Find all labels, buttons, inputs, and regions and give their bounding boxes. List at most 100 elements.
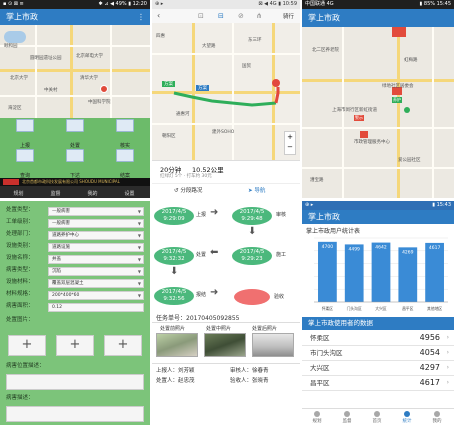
route-map-panel: ⊕ ▸ ⊠ ◀ 4G ▮ 10:59 ‹ ⊡ ⊟ ⊘ ⋔ 骑行 方案 方案 四惠… — [152, 0, 300, 198]
dept-select[interactable]: 道路养护中心 ▼ — [48, 231, 144, 240]
node-date: 2017/4/5 — [161, 289, 187, 295]
select-value: —般病害 — [52, 221, 70, 226]
district-row[interactable]: 怀柔区 4956 › — [302, 331, 454, 346]
district-row[interactable]: 昌平区 4617 › — [302, 376, 454, 391]
back-arrow-icon[interactable]: ‹ — [157, 11, 160, 20]
status-left: ⊕ ▸ — [305, 202, 314, 208]
chart-bar[interactable] — [318, 241, 337, 302]
type-select[interactable]: —般病害 ▼ — [48, 207, 144, 216]
grid-item-handle[interactable]: 处置 — [50, 118, 100, 149]
district-value: 4617 — [419, 378, 440, 387]
status-bar: 中国联通 4G ▮ 85% 15:45 — [302, 0, 454, 9]
segment-traffic-button[interactable]: ↺ 分段路况 — [174, 186, 202, 194]
nav-user[interactable]: 我的 — [74, 186, 111, 198]
grid-item-search[interactable]: 查询 — [0, 148, 50, 179]
flow-node[interactable]: 2017/4/5 9:32:32 — [154, 247, 194, 265]
district-row[interactable]: 大兴区 4297 › — [302, 361, 454, 376]
node-date: 2017/4/5 — [239, 209, 265, 215]
map-label: 海淀区 — [8, 106, 22, 111]
grid-item-dispatch[interactable]: 下达 — [50, 148, 100, 179]
flow-node[interactable]: 2017/4/5 9:29:09 — [154, 207, 194, 225]
flow-node[interactable]: 2017/4/5 9:32:56 — [154, 287, 194, 305]
material-select[interactable]: 覆盖双层混凝土 ▼ — [48, 279, 144, 288]
pending-node[interactable] — [234, 289, 270, 305]
defect-select[interactable]: 沉陷 ▼ — [48, 267, 144, 276]
car-icon[interactable]: ⊟ — [218, 12, 224, 20]
chevron-down-icon: ▼ — [137, 293, 141, 298]
photo-before[interactable] — [156, 333, 198, 357]
district-row[interactable]: 市门头沟区 4054 › — [302, 346, 454, 361]
more-vert-icon[interactable]: ⋮ — [137, 13, 145, 22]
area-input[interactable]: 0.12 — [48, 303, 144, 312]
flow-node[interactable]: 2017/4/5 9:29:23 — [232, 247, 272, 265]
tab-monitor[interactable]: 监督 — [332, 409, 362, 425]
status-bar: ⊕ ▸ ▮ 15:43 — [302, 201, 454, 210]
alert-pin-icon[interactable] — [360, 131, 368, 138]
tab-stats[interactable]: 统计 — [392, 409, 422, 425]
chart-bar[interactable] — [344, 244, 364, 302]
location-marker-icon[interactable] — [404, 107, 410, 113]
level-select[interactable]: —般病害 ▼ — [48, 219, 144, 228]
chart-category-label: 昌平区 — [402, 306, 414, 311]
category-select[interactable]: 道路设施 ▼ — [48, 243, 144, 252]
defect-desc-input[interactable] — [6, 406, 144, 422]
add-photo-button[interactable]: + — [56, 335, 94, 356]
select-value: 道路养护中心 — [52, 233, 79, 238]
zoom-in-button[interactable]: + — [285, 132, 295, 142]
tab-user[interactable]: 我的 — [422, 409, 452, 425]
maintenance-tag[interactable]: 养护 — [392, 97, 402, 103]
chart-bar[interactable] — [425, 242, 444, 302]
destination-pin-icon[interactable] — [272, 79, 280, 87]
field-label: 工单级别： — [6, 219, 34, 225]
chevron-down-icon: ▼ — [137, 281, 141, 286]
location-pin-icon[interactable] — [100, 85, 108, 93]
report-icon — [16, 119, 34, 132]
cycling-option[interactable]: 骑行 — [283, 12, 294, 20]
grid-item-verify[interactable]: 核实 — [100, 118, 150, 149]
grid-item-report[interactable]: 上报 — [0, 118, 50, 149]
photo-during[interactable] — [204, 333, 246, 357]
navigate-button[interactable]: ➤ 导航 — [248, 186, 265, 194]
warning-tag[interactable]: 警示 — [354, 115, 364, 121]
chart-category-label: 其他地区 — [427, 306, 442, 311]
nav-monitor[interactable]: 监督 — [37, 186, 74, 198]
tab-home[interactable]: 首页 — [362, 409, 392, 425]
location-desc-input[interactable] — [6, 374, 144, 390]
chevron-right-icon: › — [446, 349, 449, 356]
chart-bar[interactable] — [371, 242, 391, 302]
district-value: 4297 — [419, 363, 440, 372]
reporter-label: 上报人： — [156, 368, 179, 374]
alert-pin-icon[interactable] — [392, 27, 406, 37]
photo-after[interactable] — [252, 333, 294, 357]
divider — [152, 183, 300, 184]
field-label: 设施材料： — [6, 279, 34, 285]
chart-bar[interactable] — [398, 247, 418, 302]
zoom-out-button[interactable]: − — [285, 142, 295, 152]
nav-settings[interactable]: 设置 — [111, 186, 148, 198]
verifier-row: 验收人：张晓青 — [230, 376, 269, 384]
form-row-material: 设施材料： 覆盖双层混凝土 ▼ — [4, 277, 146, 288]
nav-plan[interactable]: 规划 — [0, 186, 37, 198]
user-stats-chart: 4700 怀柔区 4499 门头沟区 4642 大兴区 4269 昌平区 4617 其他地区 — [314, 237, 448, 311]
route-plan-tag[interactable]: 方案 — [196, 85, 209, 91]
spec-select[interactable]: 200*400*60 ▼ — [48, 291, 144, 300]
tab-plan[interactable]: 规划 — [302, 409, 332, 425]
step-label: 处置 — [196, 252, 207, 258]
bottom-nav: 规划 监督 我的 设置 — [0, 186, 150, 198]
divider — [152, 322, 300, 323]
tab-label: 我的 — [432, 419, 442, 424]
district-map-view[interactable]: 警示 养护 绿地社区居委会 上海市闵行区新虹街道 北二区养老院 爱公园社区 漕宝… — [302, 27, 454, 198]
district-value: 4956 — [419, 333, 440, 342]
photo-caption: 处置前照片 — [160, 326, 186, 332]
bike-icon[interactable]: ⊘ — [238, 12, 244, 20]
route-map-view[interactable]: 方案 方案 四惠 大望路 国贸 建外SOHO 朝阳区 东三环 通惠河 + − — [152, 23, 300, 160]
facility-select[interactable]: 井盖 ▼ — [48, 255, 144, 264]
map-label: 清华大学 — [80, 76, 98, 81]
add-photo-button[interactable]: + — [8, 335, 46, 356]
bus-icon[interactable]: ⊡ — [198, 12, 204, 20]
walk-icon[interactable]: ⋔ — [256, 12, 262, 20]
grid-item-close-case[interactable]: 结案 — [100, 148, 150, 179]
add-photo-button[interactable]: + — [104, 335, 142, 356]
map-view[interactable]: 颐和园 圆明园遗址公园 北京大学 清华大学 北京邮电大学 中国科学院 海淀区 中… — [0, 25, 150, 118]
flow-node[interactable]: 2017/4/5 9:29:48 — [232, 207, 272, 225]
